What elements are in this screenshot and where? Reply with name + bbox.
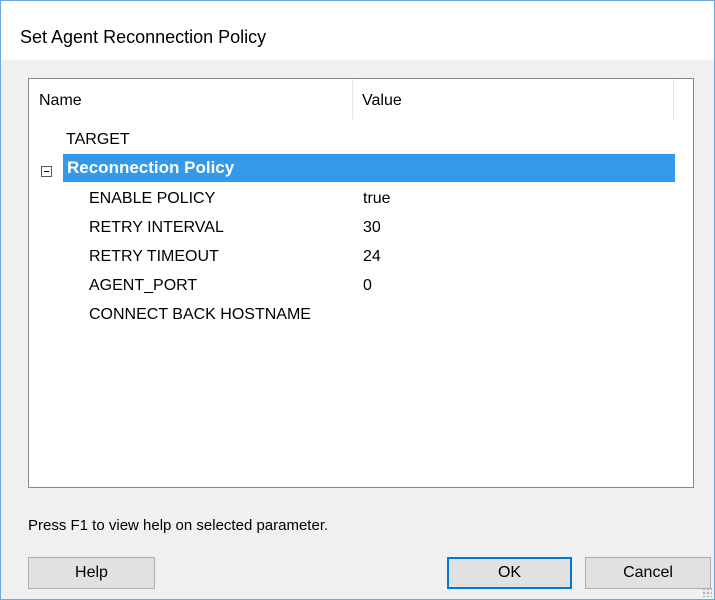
collapse-minus-icon[interactable] — [41, 166, 52, 177]
tree-row-value: 24 — [363, 248, 381, 265]
tree-row-enable-policy[interactable]: ENABLE POLICY true — [29, 185, 693, 213]
tree-row-value: 30 — [363, 219, 381, 236]
tree-row-reconnection-policy[interactable]: Reconnection Policy — [63, 154, 675, 182]
tree-row-retry-timeout[interactable]: RETRY TIMEOUT 24 — [29, 243, 693, 271]
tree-row-value: 0 — [363, 277, 372, 294]
tree-row-retry-interval[interactable]: RETRY INTERVAL 30 — [29, 214, 693, 242]
tree-row-agent-port[interactable]: AGENT_PORT 0 — [29, 272, 693, 300]
tree-row-name: RETRY INTERVAL — [89, 219, 224, 236]
tree-row-value: true — [363, 190, 391, 207]
tree-row-name: RETRY TIMEOUT — [89, 248, 219, 265]
dialog-window: Set Agent Reconnection Policy Name Value… — [0, 0, 715, 600]
cancel-button[interactable]: Cancel — [585, 557, 711, 589]
dialog-title: Set Agent Reconnection Policy — [20, 27, 267, 47]
tree-row-name: CONNECT BACK HOSTNAME — [89, 306, 311, 323]
help-hint-text: Press F1 to view help on selected parame… — [28, 517, 329, 534]
help-button[interactable]: Help — [28, 557, 155, 589]
tree-row-name: TARGET — [66, 131, 130, 148]
parameter-tree[interactable]: Name Value TARGET Reconnection Policy EN… — [28, 78, 694, 488]
tree-row-name: Reconnection Policy — [67, 158, 235, 177]
column-header-name[interactable]: Name — [29, 79, 353, 119]
title-bar[interactable]: Set Agent Reconnection Policy — [1, 1, 714, 60]
tree-row-target[interactable]: TARGET — [29, 126, 693, 154]
size-grip-icon[interactable] — [702, 587, 712, 597]
ok-button[interactable]: OK — [447, 557, 572, 589]
tree-row-name: ENABLE POLICY — [89, 190, 216, 207]
tree-row-name: AGENT_PORT — [89, 277, 198, 294]
tree-row-connect-back-hostname[interactable]: CONNECT BACK HOSTNAME — [29, 301, 693, 329]
column-header-value[interactable]: Value — [353, 79, 674, 119]
